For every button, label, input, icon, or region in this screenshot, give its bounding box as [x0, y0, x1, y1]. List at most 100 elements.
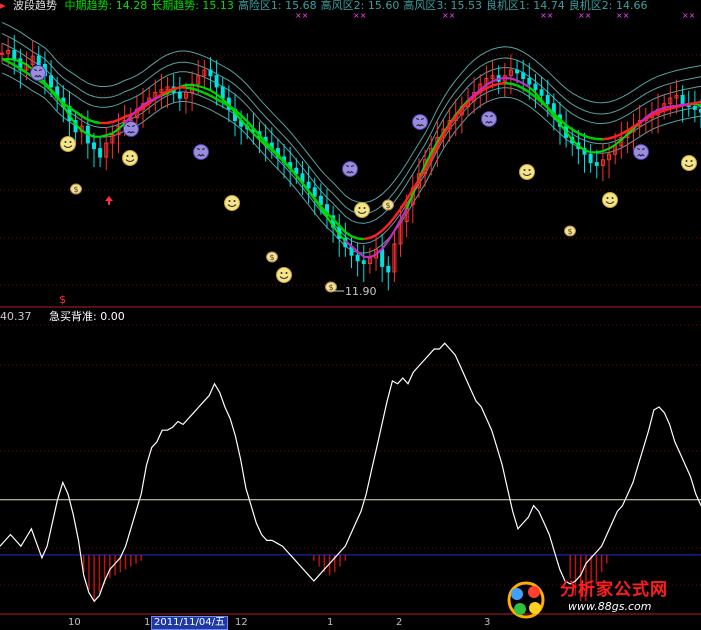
- low-price-label: 11.90: [345, 285, 377, 298]
- long-trend-segment: [572, 130, 578, 134]
- long-trend-segment: [76, 112, 82, 116]
- svg-text:$: $: [270, 253, 275, 262]
- long-trend-segment: [198, 90, 204, 92]
- candle-body: [681, 95, 684, 103]
- x-tick-label: 3: [484, 617, 490, 629]
- long-trend-segment: [486, 86, 492, 89]
- svg-text:$: $: [568, 227, 573, 236]
- x-tick-label: 1: [327, 617, 333, 629]
- header-item-2: 高险区1: 15.68: [238, 0, 317, 12]
- long-trend-segment: [394, 209, 400, 217]
- candle-body: [221, 87, 224, 98]
- header-item-5: 良机区1: 14.74: [486, 0, 565, 12]
- money-bag-icon: $: [71, 184, 82, 194]
- long-trend-segment: [689, 103, 695, 104]
- worried-face-icon: [194, 145, 209, 160]
- worried-face-icon: [634, 145, 649, 160]
- candle-body: [50, 76, 53, 87]
- long-trend-segment: [210, 96, 216, 99]
- header-bar: ▸ 波段趋势 中期趋势: 14.28长期趋势: 15.13高险区1: 15.68…: [0, 0, 701, 12]
- long-trend-segment: [664, 109, 670, 111]
- watermark-name: 分析家公式网: [560, 575, 668, 600]
- worried-face-icon: [343, 162, 358, 177]
- x-tick-label: 2: [396, 617, 402, 629]
- candle-body: [209, 70, 212, 76]
- long-trend-segment: [499, 83, 505, 84]
- candle-body: [356, 255, 359, 261]
- long-trend-segment: [186, 87, 192, 88]
- zone-marker: ××: [540, 11, 553, 20]
- happy-face-icon: [520, 165, 535, 180]
- candle-body: [13, 50, 16, 58]
- candle-body: [516, 70, 519, 73]
- long-trend-segment: [523, 88, 529, 92]
- candle-body: [595, 163, 598, 166]
- candle-body: [546, 95, 549, 103]
- long-trend-segment: [112, 120, 118, 122]
- long-trend-segment: [192, 89, 198, 91]
- long-trend-segment: [345, 232, 351, 236]
- header-item-0: 中期趋势: 14.28: [65, 0, 148, 12]
- zone-marker: ××: [295, 11, 308, 20]
- happy-face-icon: [603, 193, 618, 208]
- zone-marker: ××: [353, 11, 366, 20]
- indicator-value: 0.00: [100, 310, 125, 323]
- happy-face-icon: [682, 156, 697, 171]
- candle-body: [381, 250, 384, 267]
- long-trend-segment: [364, 238, 370, 239]
- candle-body: [307, 182, 310, 188]
- candle-body: [92, 143, 95, 149]
- happy-face-icon: [61, 137, 76, 152]
- svg-text:$: $: [329, 283, 334, 292]
- candle-body: [589, 154, 592, 162]
- svg-text:$: $: [74, 185, 79, 194]
- worried-face-icon: [31, 66, 46, 81]
- candle-body: [37, 56, 40, 64]
- happy-face-icon: [277, 268, 292, 283]
- long-trend-segment: [119, 117, 125, 120]
- header-item-6: 良机区2: 14.66: [569, 0, 648, 12]
- band-line: [2, 43, 701, 223]
- lower-panel-header: 40.37 急买背准: 0.00: [0, 310, 125, 323]
- zone-marker: ××: [616, 11, 629, 20]
- buy-arrow-icon: [105, 196, 113, 205]
- dollar-marker: $: [59, 293, 66, 306]
- money-bag-icon: $: [267, 252, 278, 262]
- long-trend-segment: [621, 131, 627, 134]
- long-trend-segment: [88, 120, 94, 122]
- header-item-3: 高风区2: 15.60: [321, 0, 400, 12]
- long-trend-segment: [94, 122, 100, 123]
- candle-body: [215, 76, 218, 87]
- long-trend-segment: [20, 69, 26, 73]
- long-trend-segment: [370, 235, 376, 238]
- candle-body: [522, 73, 525, 79]
- zone-marker: ××: [682, 11, 695, 20]
- candle-body: [313, 188, 316, 196]
- happy-face-icon: [225, 196, 240, 211]
- indicator-label: 急买背准: [49, 310, 93, 323]
- title-marker-icon: ▸: [0, 0, 6, 12]
- worried-face-icon: [124, 122, 139, 137]
- long-trend-segment: [695, 102, 701, 103]
- svg-text:$: $: [386, 201, 391, 210]
- long-trend-segment: [585, 136, 591, 138]
- long-trend-segment: [517, 85, 523, 88]
- long-trend-segment: [511, 84, 517, 86]
- candle-body: [178, 93, 181, 99]
- header-item-4: 高风区3: 15.53: [403, 0, 482, 12]
- long-trend-segment: [174, 87, 180, 88]
- worried-face-icon: [413, 115, 428, 130]
- watermark-url: www.88gs.com: [568, 600, 651, 613]
- x-tick-label: 10: [68, 617, 81, 629]
- long-trend-segment: [106, 122, 112, 123]
- long-trend-segment: [609, 137, 615, 139]
- long-trend-segment: [505, 83, 511, 84]
- long-trend-segment: [591, 138, 597, 139]
- candle-body: [362, 261, 365, 264]
- lower-left-value: 40.37: [0, 310, 32, 323]
- x-tick-label: 12: [235, 617, 248, 629]
- candle-body: [99, 149, 102, 157]
- candle-body: [693, 107, 696, 110]
- money-bag-icon: $: [565, 226, 576, 236]
- long-trend-segment: [615, 134, 621, 137]
